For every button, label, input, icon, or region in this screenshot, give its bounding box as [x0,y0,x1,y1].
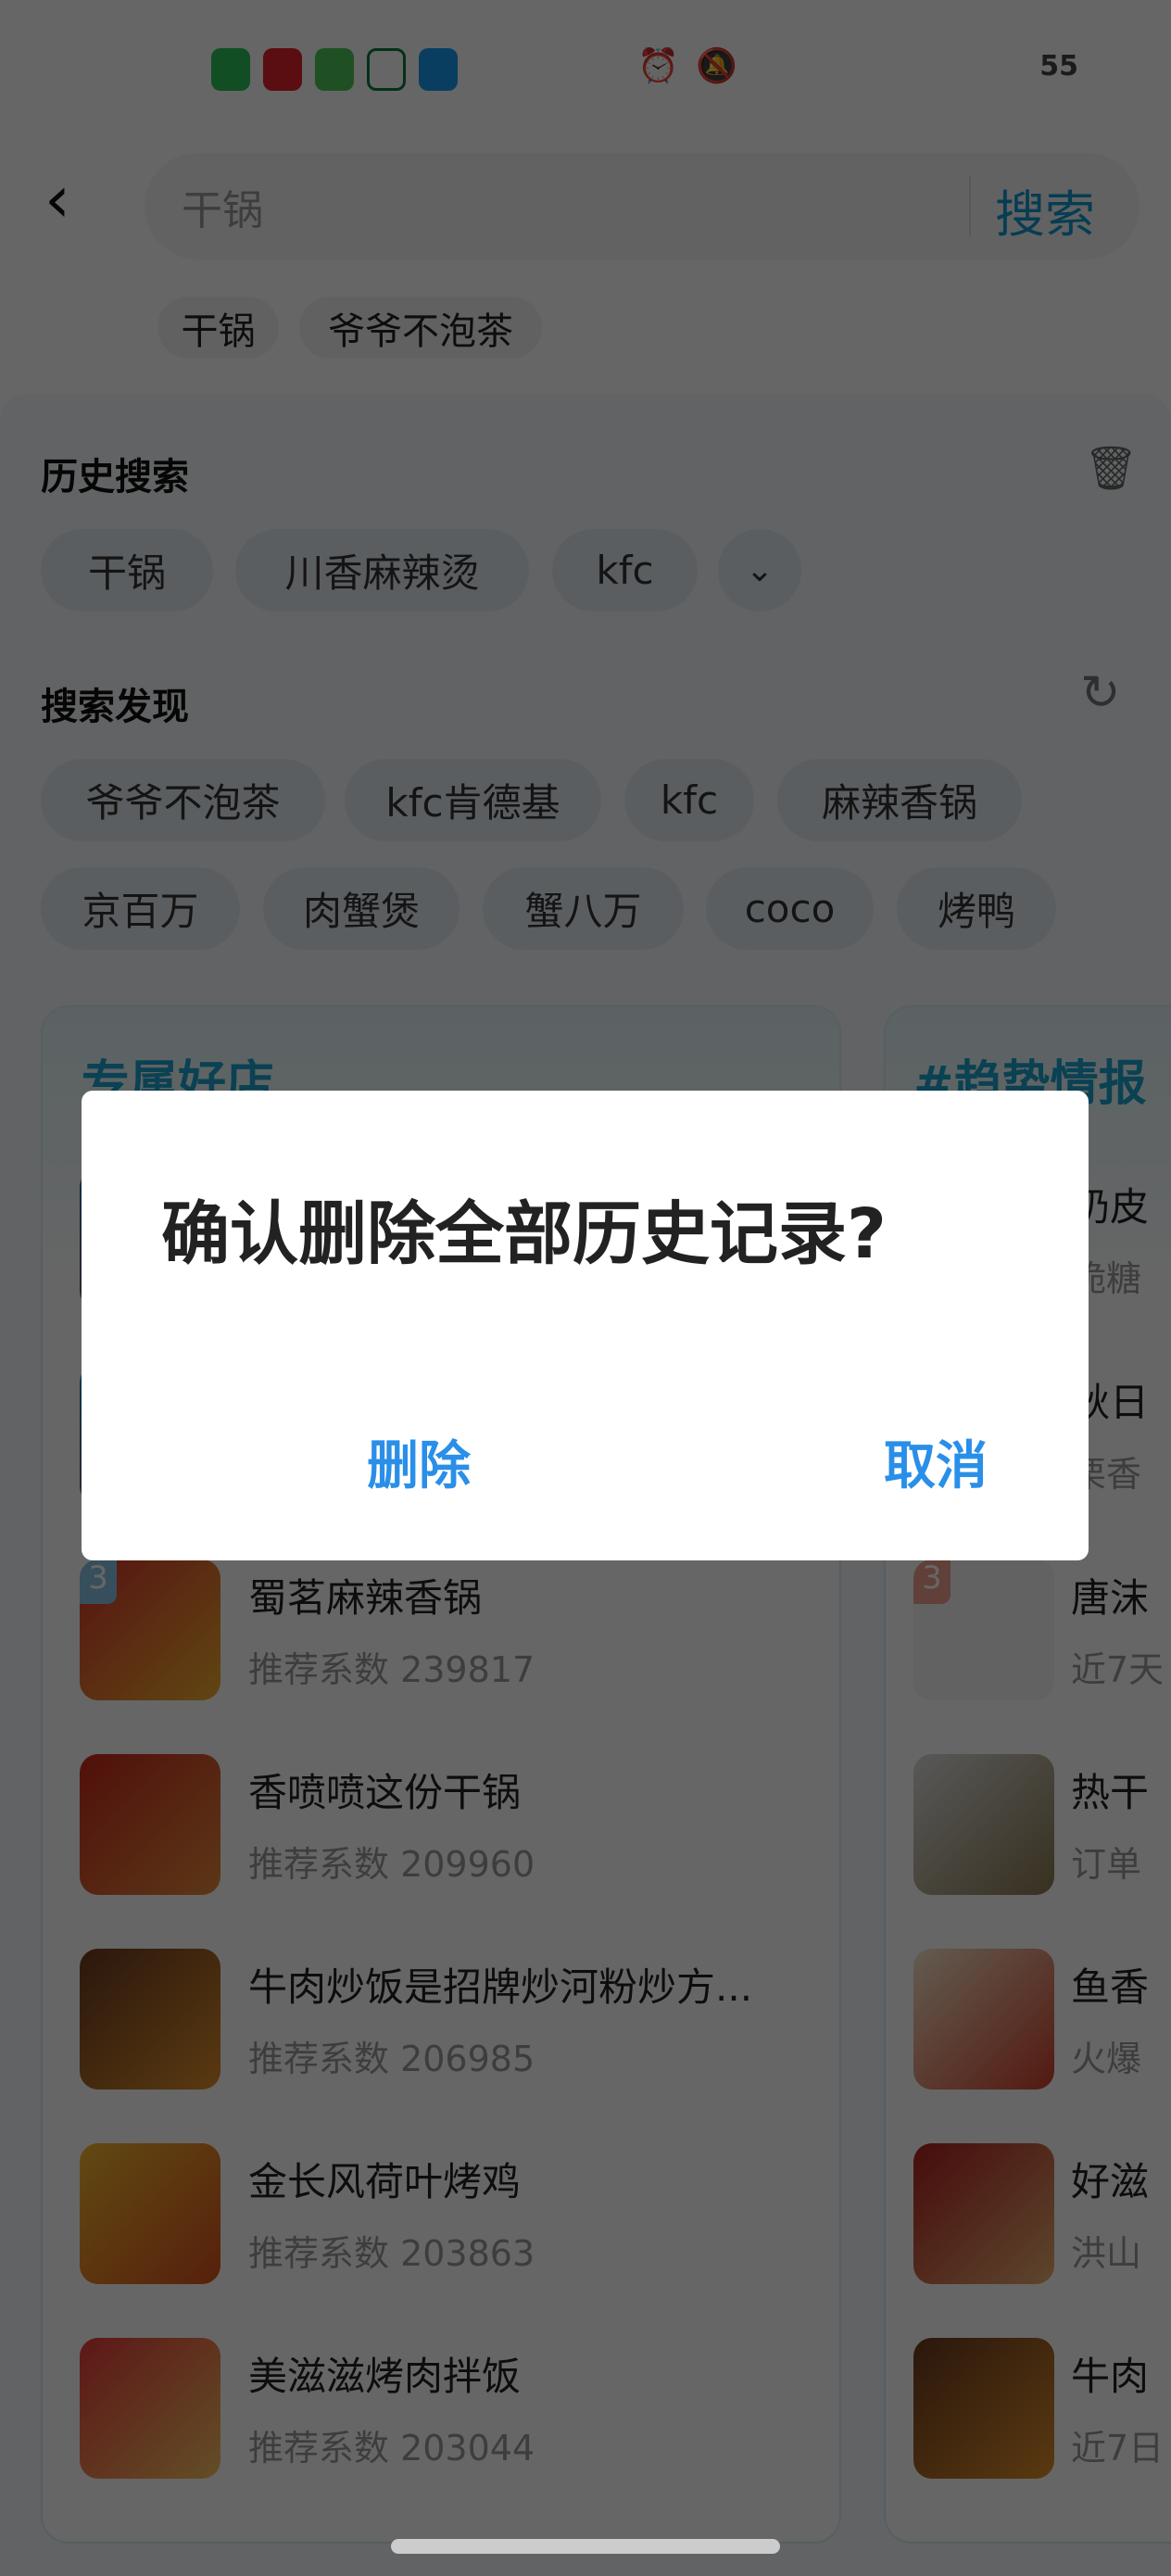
shop-item[interactable]: 美滋滋烤肉拌饭 推荐系数 203044 [80,2338,821,2486]
shop-image [80,2338,220,2479]
search-bar: 搜索 [145,153,1140,259]
shop-score: 推荐系数 209960 [248,1844,535,1885]
shop-name: 香喷喷这份干锅 [248,1770,522,1815]
bluetooth-icon: ᛒ [754,46,774,85]
signal-icon: 5G▂▄▆ [910,46,1014,85]
divider [969,176,971,236]
app-notification-icon [315,48,354,91]
trend-name: 好滋 [1071,2159,1150,2204]
trend-desc: 近7日 [1071,2428,1165,2469]
shop-item[interactable]: 香喷喷这份干锅 推荐系数 209960 [80,1754,821,1902]
history-title: 历史搜索 [41,456,189,499]
search-button[interactable]: 搜索 [995,173,1095,246]
trend-name: 热干 [1071,1770,1150,1815]
trend-item[interactable]: 牛肉近7日 [913,2338,1168,2486]
trend-name: 鱼香 [1071,1964,1150,2010]
confirm-dialog: 确认删除全部历史记录? 删除 取消 [82,1091,1089,1560]
shop-name: 美滋滋烤肉拌饭 [248,2354,522,2399]
discover-chip[interactable]: 蟹八万 [483,867,684,950]
shop-image [80,2143,220,2284]
trend-image [913,2143,1054,2284]
trend-desc: 火爆 [1071,2039,1142,2079]
trend-desc: 洪山 [1071,2233,1142,2274]
trash-icon[interactable]: 🗑 [1084,443,1138,494]
discover-chip[interactable]: 京百万 [41,867,240,950]
shop-score: 推荐系数 203044 [248,2428,535,2469]
trend-name: 唐沫 [1071,1575,1150,1621]
expand-chevron-icon[interactable]: ⌄ [718,529,801,612]
trend-item[interactable]: 热干 订单 [913,1754,1168,1902]
signal-icon: 5G▂▄▆ [790,46,894,85]
shop-image [80,1949,220,2090]
rank-badge: 3 [913,1559,951,1604]
eleme-icon [419,48,458,91]
discover-chip[interactable]: 麻辣香锅 [777,759,1022,841]
battery-icon: 55 [1030,47,1088,84]
rank-badge: 3 [80,1559,117,1604]
discover-chip[interactable]: 烤鸭 [897,867,1056,950]
shop-item[interactable]: 3 蜀茗麻辣香锅 推荐系数 239817 [80,1559,821,1708]
history-chip[interactable]: 川香麻辣烫 [235,529,529,612]
shop-name: 牛肉炒饭是招牌炒河粉炒方... [248,1964,753,2010]
suggest-chip[interactable]: 爷爷不泡茶 [299,297,542,359]
shop-score: 推荐系数 206985 [248,2039,535,2079]
app-notification-icon [263,48,302,91]
discover-chip[interactable]: 肉蟹煲 [263,867,460,950]
history-chip[interactable]: kfc [552,529,698,612]
refresh-icon[interactable]: ↻ [1080,665,1121,721]
discover-chip[interactable]: kfc肯德基 [345,759,601,841]
shop-name: 蜀茗麻辣香锅 [248,1575,483,1621]
trend-desc: 订单 [1071,1844,1142,1885]
mute-icon: 🔕 [696,47,738,85]
trend-image [913,2338,1054,2479]
status-time: 10:40 [72,44,203,92]
shop-item[interactable]: 金长风荷叶烤鸡 推荐系数 203863 [80,2143,821,2292]
more-dot-icon [484,65,497,78]
search-input[interactable] [182,153,923,259]
trend-item[interactable]: 鱼香 火爆 [913,1949,1168,2097]
trend-image [913,1949,1054,2090]
dialog-title: 确认删除全部历史记录? [161,1194,887,1274]
cancel-button[interactable]: 取消 [884,1424,988,1499]
trend-image [913,1754,1054,1895]
trend-name: 牛肉 [1071,2354,1150,2399]
shop-name: 金长风荷叶烤鸡 [248,2159,522,2204]
shop-score: 推荐系数 239817 [248,1649,535,1690]
discover-chip[interactable]: 爷爷不泡茶 [41,759,325,841]
wechat-icon [211,48,250,91]
post-app-icon [367,48,406,91]
shop-score: 推荐系数 203863 [248,2233,535,2274]
history-chip[interactable]: 干锅 [41,529,213,612]
alarm-icon: ⏰ [637,47,680,85]
discover-chip[interactable]: coco [706,867,874,950]
delete-button[interactable]: 删除 [367,1424,471,1499]
discover-title: 搜索发现 [41,686,189,728]
suggest-chip[interactable]: 干锅 [157,297,279,359]
trend-item[interactable]: 3 唐沫近7天 [913,1559,1168,1708]
discover-chip[interactable]: kfc [624,759,754,841]
trend-desc: 近7天 [1071,1649,1165,1690]
shop-image [80,1754,220,1895]
home-indicator[interactable] [391,2539,780,2554]
trend-item[interactable]: 好滋 洪山 [913,2143,1168,2292]
back-button[interactable]: ‹ [44,167,70,232]
shop-item[interactable]: 牛肉炒饭是招牌炒河粉炒方... 推荐系数 206985 [80,1949,821,2097]
status-bar: 10:40 ⏰ 🔕 ᛒ 5G▂▄▆ 5G▂▄▆ 55 [0,0,1171,130]
